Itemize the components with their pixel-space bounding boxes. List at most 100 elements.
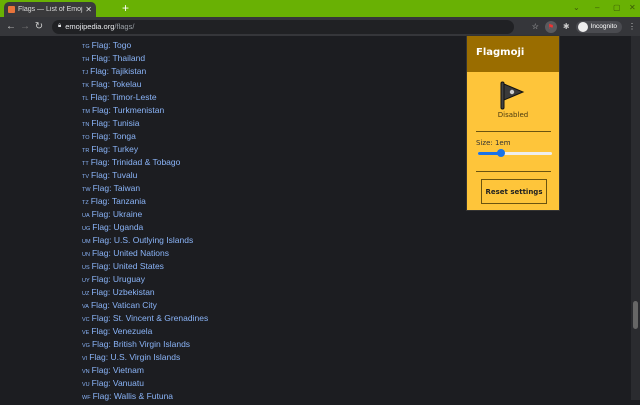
flag-link[interactable]: Flag: Turkmenistan [92,105,164,115]
flag-code: VE [82,330,90,336]
maximize-button[interactable]: ▢ [613,3,621,12]
flag-list-item[interactable]: TN Flag: Tunisia [82,117,208,130]
flag-code: US [82,265,90,271]
slider-handle[interactable] [497,149,505,157]
tab-title: Flags — List of Emoji Flags to [18,6,84,13]
reload-icon[interactable]: ↻ [32,21,46,32]
flag-list-item[interactable]: UA Flag: Ukraine [82,208,208,221]
address-bar[interactable]: 🔒︎ emojipedia.org/flags/ [52,19,514,34]
flag-code: VG [82,343,90,349]
flag-link[interactable]: Flag: U.S. Outlying Islands [93,235,194,245]
flag-code: TJ [82,70,89,76]
close-tab-icon[interactable]: ✕ [85,5,92,14]
flag-list-item[interactable]: WF Flag: Wallis & Futuna [82,390,208,403]
flag-list-item[interactable]: TZ Flag: Tanzania [82,195,208,208]
flag-code: TM [82,109,90,115]
flag-list-item[interactable]: TH Flag: Thailand [82,52,208,65]
flag-link[interactable]: Flag: Tokelau [91,79,141,89]
divider [476,131,551,132]
incognito-profile-button[interactable]: Incognito [575,20,622,33]
scrollbar-thumb[interactable] [633,301,638,329]
menu-kebab-icon[interactable]: ⋮ [628,22,636,31]
flag-link[interactable]: Flag: Vietnam [92,365,144,375]
flag-code: TV [82,174,90,180]
flag-list-item[interactable]: TL Flag: Timor-Leste [82,91,208,104]
flag-link[interactable]: Flag: Timor-Leste [90,92,156,102]
flag-link[interactable]: Flag: Vatican City [91,300,157,310]
emojipedia-favicon-icon [8,6,15,13]
flag-link[interactable]: Flag: Togo [92,40,132,50]
flag-list-item[interactable]: TR Flag: Turkey [82,143,208,156]
flag-list-item[interactable]: VI Flag: U.S. Virgin Islands [82,351,208,364]
flag-code: UG [82,226,91,232]
flag-code: UZ [82,291,90,297]
reset-settings-button[interactable]: Reset settings [481,179,547,204]
flag-code: TL [82,96,89,102]
minimize-button[interactable]: – [595,3,599,12]
flag-list-item[interactable]: TO Flag: Tonga [82,130,208,143]
forward-icon[interactable]: → [18,21,32,32]
flag-list-item[interactable]: TG Flag: Togo [82,39,208,52]
flag-link[interactable]: Flag: British Virgin Islands [92,339,190,349]
flag-link[interactable]: Flag: Tuvalu [91,170,137,180]
url-host: emojipedia.org [65,22,115,31]
flag-list-item[interactable]: TW Flag: Taiwan [82,182,208,195]
flag-list-item[interactable]: UZ Flag: Uzbekistan [82,286,208,299]
incognito-label: Incognito [590,23,617,30]
bookmark-star-icon[interactable]: ☆ [532,22,539,31]
flag-list-item[interactable]: VC Flag: St. Vincent & Grenadines [82,312,208,325]
flag-link[interactable]: Flag: Uruguay [92,274,145,284]
flag-list-item[interactable]: VE Flag: Venezuela [82,325,208,338]
back-icon[interactable]: ← [4,21,18,32]
flag-link[interactable]: Flag: United States [92,261,164,271]
flag-list-item[interactable]: TT Flag: Trinidad & Tobago [82,156,208,169]
tab-search-icon[interactable]: ⌄ [573,3,580,12]
flag-code: UY [82,278,90,284]
flag-link[interactable]: Flag: United Nations [92,248,169,258]
tab-bar: Flags — List of Emoji Flags to ✕ + ⌄ – ▢… [0,0,640,17]
close-window-button[interactable]: ✕ [629,3,636,12]
flag-list-item[interactable]: UM Flag: U.S. Outlying Islands [82,234,208,247]
flag-link[interactable]: Flag: Tunisia [91,118,139,128]
flag-link[interactable]: Flag: Trinidad & Tobago [91,157,181,167]
flag-code: TH [82,57,90,63]
size-label: Size: 1em [476,139,511,147]
flag-link[interactable]: Flag: Taiwan [93,183,141,193]
flag-link[interactable]: Flag: Uganda [92,222,143,232]
flag-code: UA [82,213,90,219]
flag-list-item[interactable]: TV Flag: Tuvalu [82,169,208,182]
size-slider[interactable] [478,149,552,157]
flag-link[interactable]: Flag: Tanzania [91,196,146,206]
flag-list-item[interactable]: TM Flag: Turkmenistan [82,104,208,117]
flag-link[interactable]: Flag: Turkey [91,144,138,154]
flag-list-item[interactable]: TJ Flag: Tajikistan [82,65,208,78]
flag-link[interactable]: Flag: Uzbekistan [91,287,154,297]
flag-link[interactable]: Flag: Vanuatu [92,378,144,388]
flag-link[interactable]: Flag: St. Vincent & Grenadines [92,313,209,323]
flag-link[interactable]: Flag: U.S. Virgin Islands [89,352,180,362]
flagmoji-extension-icon[interactable]: ⚑ [544,20,557,33]
lock-icon: 🔒︎ [58,23,62,29]
flag-list-item[interactable]: UY Flag: Uruguay [82,273,208,286]
flag-list-item[interactable]: VU Flag: Vanuatu [82,377,208,390]
pirate-flag-toggle-icon[interactable] [496,80,526,110]
flag-link[interactable]: Flag: Venezuela [91,326,152,336]
flag-list-item[interactable]: US Flag: United States [82,260,208,273]
flag-link[interactable]: Flag: Tonga [92,131,136,141]
flag-list: TG Flag: Togo TH Flag: Thailand TJ Flag: Taji… [82,39,208,403]
flag-link[interactable]: Flag: Thailand [91,53,145,63]
flag-link[interactable]: Flag: Ukraine [92,209,143,219]
flag-code: TT [82,161,89,167]
flag-list-item[interactable]: VN Flag: Vietnam [82,364,208,377]
flag-list-item[interactable]: UG Flag: Uganda [82,221,208,234]
page-scrollbar[interactable] [631,36,640,400]
tab-flags[interactable]: Flags — List of Emoji Flags to ✕ [4,2,96,17]
extensions-puzzle-icon[interactable]: ✱ [563,22,570,31]
flag-list-item[interactable]: TK Flag: Tokelau [82,78,208,91]
flag-list-item[interactable]: VA Flag: Vatican City [82,299,208,312]
new-tab-button[interactable]: + [122,1,129,15]
flag-list-item[interactable]: VG Flag: British Virgin Islands [82,338,208,351]
flag-link[interactable]: Flag: Tajikistan [90,66,146,76]
flag-code: TG [82,44,90,50]
flag-list-item[interactable]: UN Flag: United Nations [82,247,208,260]
